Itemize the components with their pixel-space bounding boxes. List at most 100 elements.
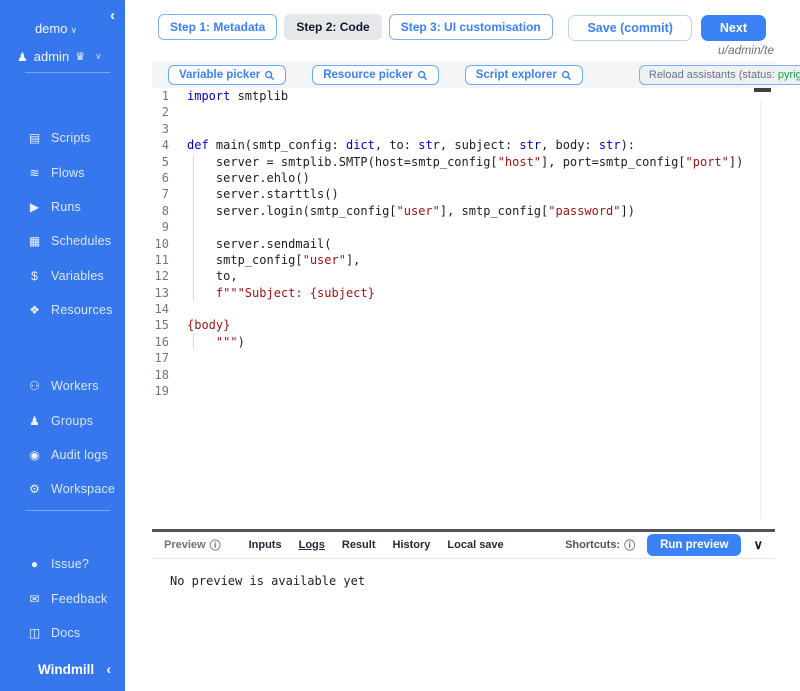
next-button[interactable]: Next (701, 15, 766, 41)
code-line: 1import smtplib (152, 88, 775, 104)
header-actions: Save (commit) Next (568, 15, 766, 41)
line-number: 8 (152, 203, 169, 219)
shortcuts-label: Shortcuts: ⓘ (565, 537, 635, 553)
sidebar-item-audit-logs[interactable]: ◉Audit logs (0, 438, 125, 472)
preview-tab-history[interactable]: History (393, 539, 431, 552)
sidebar-item-label: Resources (51, 303, 113, 317)
step-button-2[interactable]: Step 2: Code (284, 14, 381, 40)
workspace-switcher[interactable]: demo∨ (0, 21, 112, 36)
editor-scrollbar-track (760, 100, 761, 519)
discord-icon: ✉ (27, 592, 42, 606)
code-text: server = smtplib.SMTP(host=smtp_config["… (169, 154, 743, 170)
script-explorer-button[interactable]: Script explorer (465, 65, 583, 85)
sidebar: ‹ demo∨ ♟ admin ♛ ∨ ▤Scripts≋Flows▶Runs▦… (0, 0, 125, 691)
workspace-name: demo (35, 21, 68, 36)
variable-picker-button[interactable]: Variable picker (168, 65, 286, 85)
script-path: u/admin/te (718, 43, 774, 57)
chevron-down-icon[interactable]: ∨ (753, 537, 763, 553)
sidebar-item-issue-[interactable]: ●Issue? (0, 547, 125, 581)
chevron-down-icon: ∨ (70, 25, 77, 35)
line-number: 11 (152, 252, 169, 268)
code-text: f"""Subject: {subject} (169, 285, 375, 301)
picker-button-label: Script explorer (476, 69, 557, 81)
reload-assistants-button[interactable]: Reload assistants (status: pyright black… (639, 65, 800, 85)
sidebar-item-resources[interactable]: ❖Resources (0, 293, 125, 327)
code-line: 13 f"""Subject: {subject} (152, 285, 775, 301)
schedules-icon: ▦ (27, 234, 42, 248)
code-text: server.starttls() (169, 186, 339, 202)
code-editor[interactable]: 1import smtplib234def main(smtp_config: … (152, 88, 775, 529)
code-text: def main(smtp_config: dict, to: str, sub… (169, 137, 635, 153)
code-line: 3 (152, 121, 775, 137)
info-icon[interactable]: ⓘ (624, 537, 635, 553)
code-line: 8 server.login(smtp_config["user"], smtp… (152, 203, 775, 219)
line-number: 3 (152, 121, 169, 137)
code-text (169, 219, 187, 235)
line-number: 6 (152, 170, 169, 186)
line-number: 5 (152, 154, 169, 170)
step-button-3[interactable]: Step 3: UI customisation (389, 14, 553, 40)
superadmin-crown-icon: ♛ (75, 50, 85, 63)
preview-tab-local-save[interactable]: Local save (447, 539, 503, 552)
preview-tab-inputs[interactable]: Inputs (249, 539, 282, 552)
run-preview-button[interactable]: Run preview (647, 534, 741, 556)
code-text: server.ehlo() (169, 170, 310, 186)
info-icon[interactable]: ⓘ (210, 537, 221, 553)
preview-tab-result[interactable]: Result (342, 539, 376, 552)
workers-icon: ⚇ (27, 379, 42, 393)
search-icon (561, 70, 572, 81)
reload-label: Reload assistants (status: (649, 69, 778, 81)
sidebar-nav-footer: ●Issue?✉Feedback ◫ Docs (0, 547, 125, 650)
sidebar-item-runs[interactable]: ▶Runs (0, 190, 125, 224)
sidebar-item-variables[interactable]: $Variables (0, 259, 125, 293)
sidebar-item-flows[interactable]: ≋Flows (0, 155, 125, 189)
scripts-icon: ▤ (27, 131, 42, 145)
indent-guide (193, 334, 194, 350)
docs-icon: ◫ (27, 626, 42, 640)
code-line: 14 (152, 301, 775, 317)
preview-title: Preview ⓘ (164, 537, 221, 553)
sidebar-collapse-icon[interactable]: ‹ (106, 661, 111, 677)
code-line: 15{body} (152, 317, 775, 333)
brand-row: Windmill ‹ (0, 661, 125, 677)
workspace-icon: ⚙ (27, 482, 42, 496)
groups-icon: ♟ (27, 414, 42, 428)
preview-message: No preview is available yet (152, 560, 775, 588)
code-text: to, (169, 268, 238, 284)
preview-tab-logs[interactable]: Logs (299, 539, 325, 552)
sidebar-item-workspace[interactable]: ⚙Workspace (0, 472, 125, 506)
sidebar-item-label: Docs (51, 626, 80, 640)
code-line: 10 server.sendmail( (152, 236, 775, 252)
sidebar-item-docs[interactable]: ◫ Docs (0, 616, 125, 650)
user-menu[interactable]: ♟ admin ♛ ∨ (17, 49, 102, 64)
sidebar-item-schedules[interactable]: ▦Schedules (0, 224, 125, 258)
user-icon: ♟ (17, 50, 28, 64)
code-line: 9 (152, 219, 775, 235)
code-text: smtp_config["user"], (169, 252, 360, 268)
code-line: 18 (152, 367, 775, 383)
code-line: 6 server.ehlo() (152, 170, 775, 186)
sidebar-item-label: Flows (51, 166, 85, 180)
code-text (169, 104, 187, 120)
indent-guide (193, 154, 194, 302)
preview-label: Preview (164, 539, 206, 551)
sidebar-item-workers[interactable]: ⚇Workers (0, 369, 125, 403)
variables-icon: $ (27, 269, 42, 283)
code-line: 4def main(smtp_config: dict, to: str, su… (152, 137, 775, 153)
editor-panel: Variable picker Resource picker Script exp… (152, 62, 775, 685)
sidebar-item-feedback[interactable]: ✉Feedback (0, 581, 125, 615)
editor-toolbar: Variable picker Resource picker Script exp… (152, 62, 775, 88)
preview-header: Preview ⓘ Inputs Logs Result History Local s… (152, 532, 775, 559)
step-button-1[interactable]: Step 1: Metadata (158, 14, 277, 40)
sidebar-item-groups[interactable]: ♟Groups (0, 403, 125, 437)
save-commit-button[interactable]: Save (commit) (568, 15, 691, 41)
pyright-status: pyright (778, 69, 800, 81)
editor-scrollbar-thumb[interactable] (754, 88, 771, 92)
line-number: 7 (152, 186, 169, 202)
sidebar-divider (25, 72, 110, 73)
sidebar-item-label: Audit logs (51, 448, 108, 462)
code-line: 11 smtp_config["user"], (152, 252, 775, 268)
runs-icon: ▶ (27, 200, 42, 214)
sidebar-item-scripts[interactable]: ▤Scripts (0, 121, 125, 155)
resource-picker-button[interactable]: Resource picker (312, 65, 439, 85)
